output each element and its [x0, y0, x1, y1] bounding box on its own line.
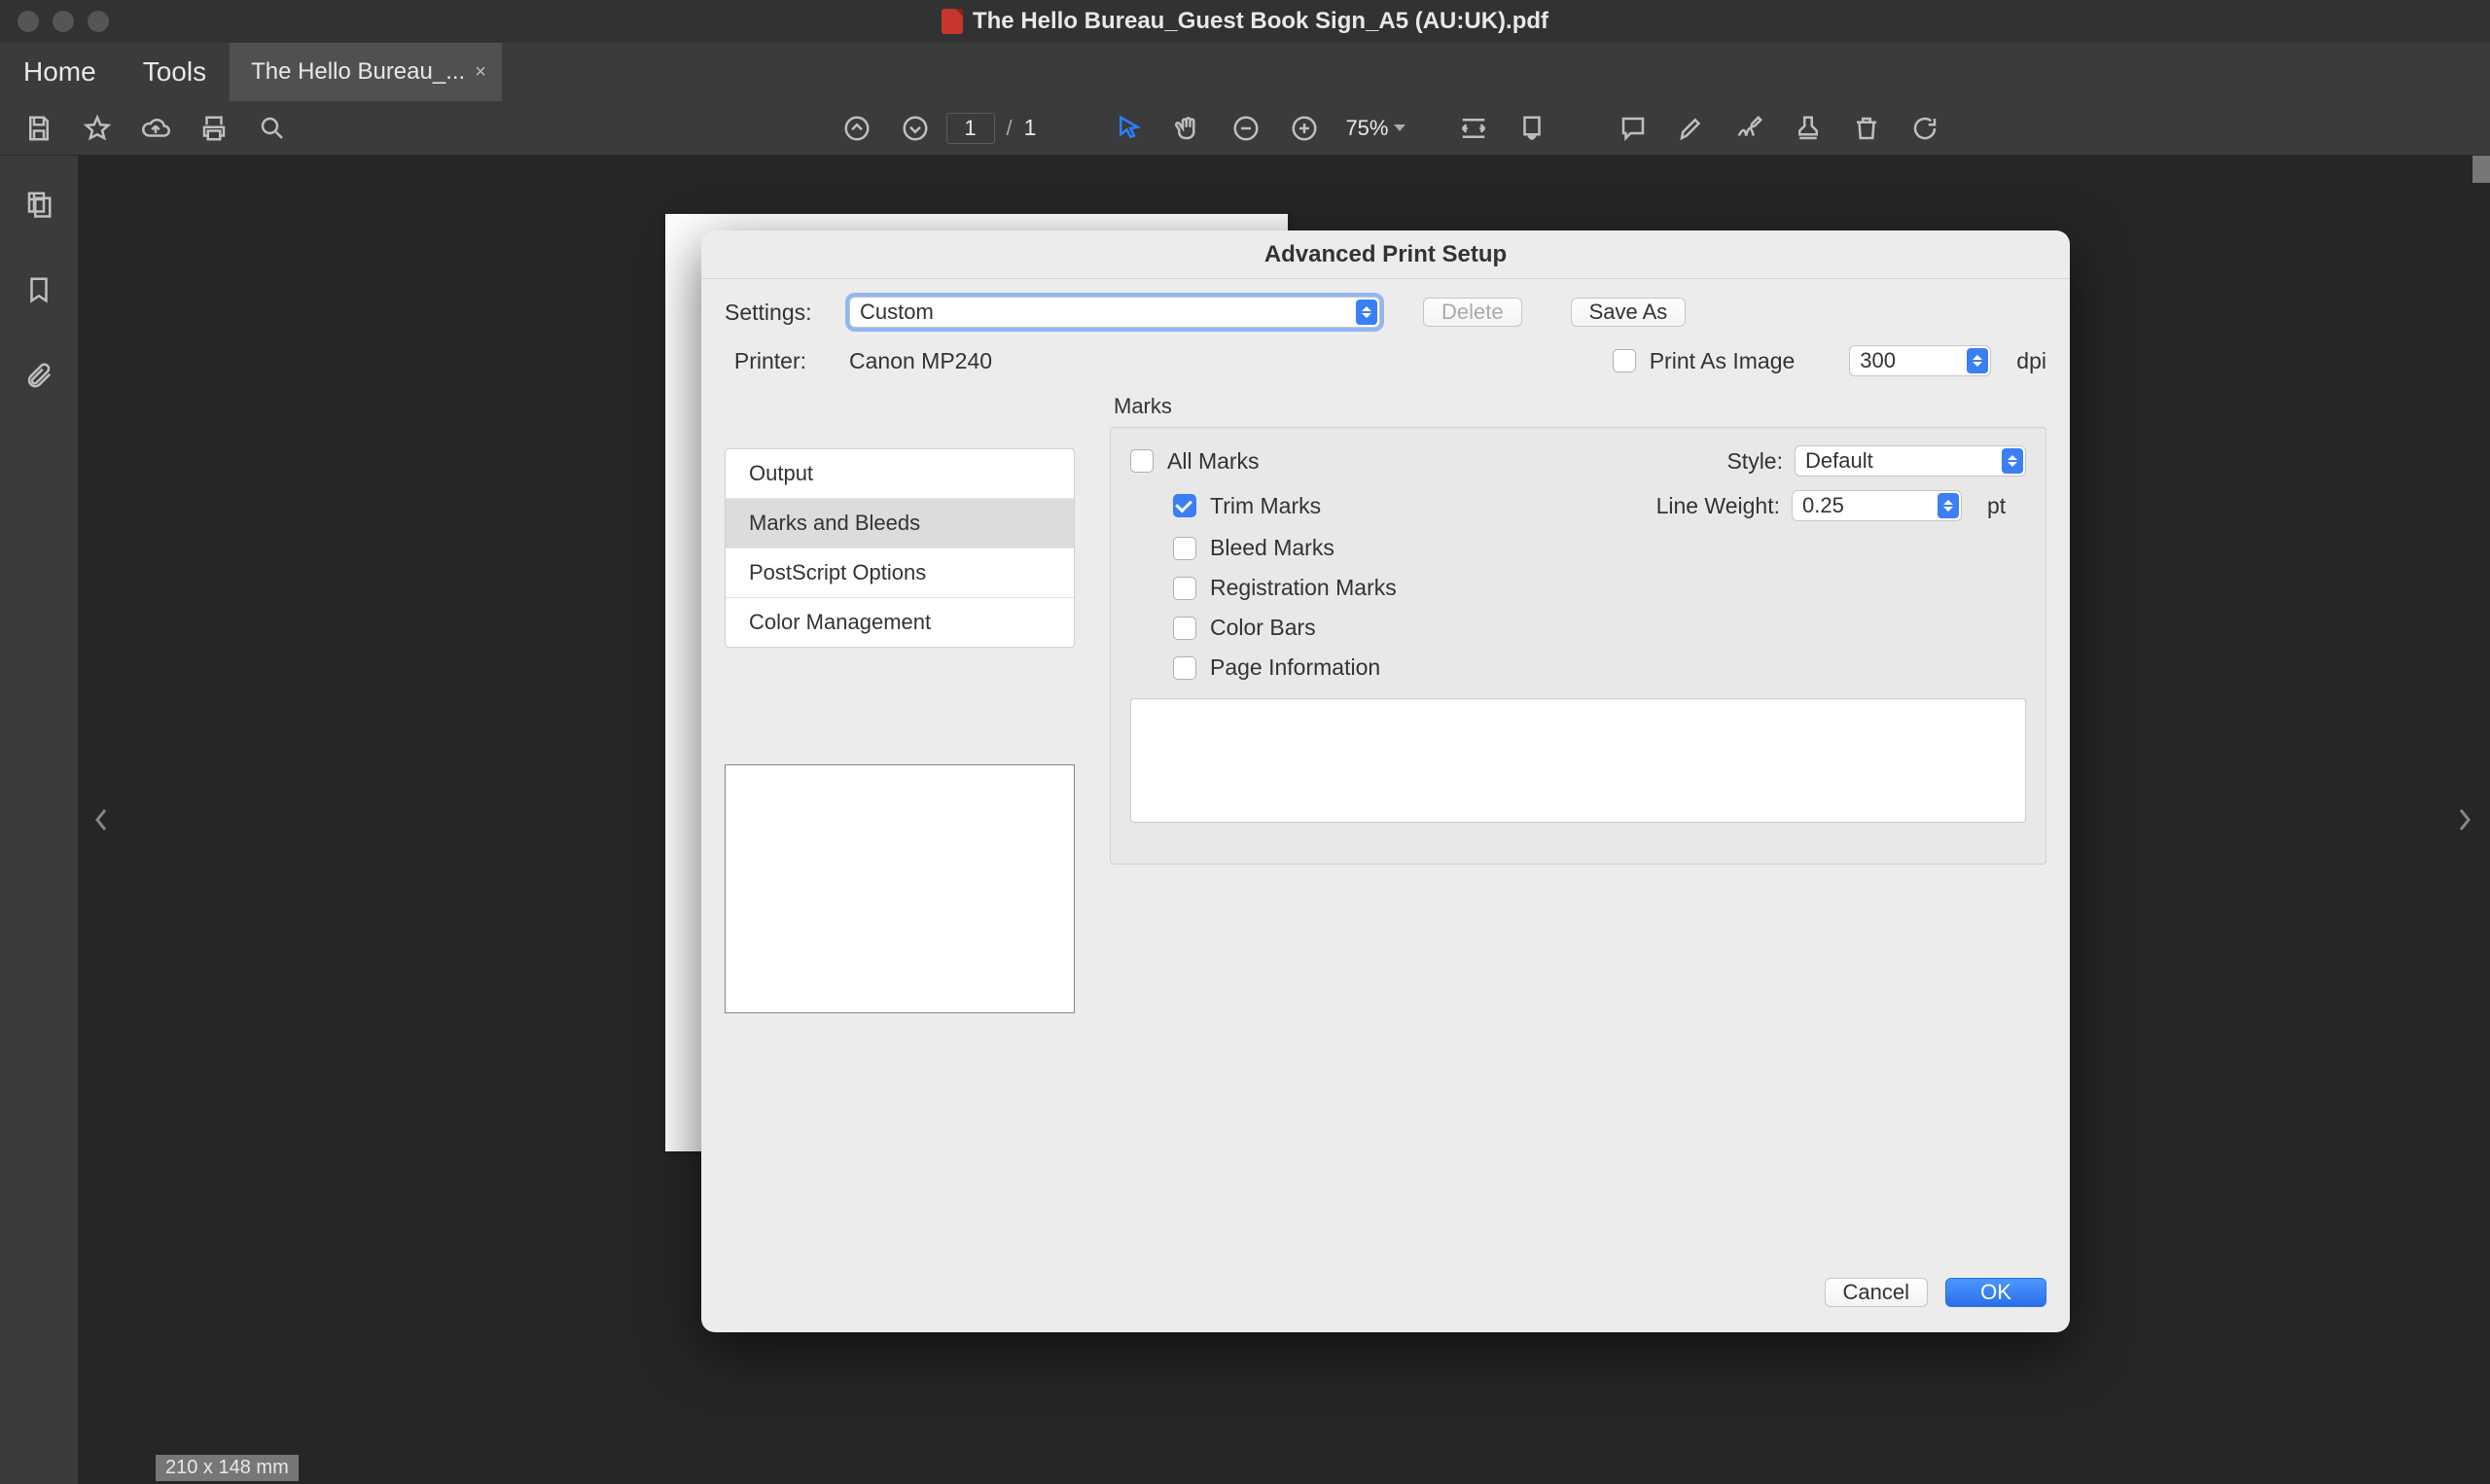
- category-color-management[interactable]: Color Management: [726, 598, 1074, 647]
- maximize-window-button[interactable]: [88, 11, 109, 32]
- marks-panel: All Marks Style: Default Trim Marks: [1110, 427, 2046, 865]
- zoom-out-icon[interactable]: [1219, 109, 1273, 148]
- printer-value: Canon MP240: [849, 348, 992, 374]
- scrollbar[interactable]: [2472, 156, 2490, 183]
- star-icon[interactable]: [70, 109, 124, 148]
- close-window-button[interactable]: [18, 11, 39, 32]
- delete-icon[interactable]: [1839, 109, 1894, 148]
- settings-label: Settings:: [725, 300, 806, 326]
- settings-value: Custom: [860, 300, 934, 325]
- fit-page-icon[interactable]: [1505, 109, 1559, 148]
- page-dimensions: 210 x 148 mm: [156, 1455, 299, 1481]
- tab-tools[interactable]: Tools: [120, 43, 230, 101]
- page-up-icon[interactable]: [830, 109, 884, 148]
- toolbar: / 1 75%: [0, 101, 2490, 156]
- all-marks-checkbox[interactable]: [1130, 449, 1154, 473]
- window-title-text: The Hello Bureau_Guest Book Sign_A5 (AU:…: [973, 8, 1548, 35]
- zoom-select[interactable]: 75%: [1335, 112, 1415, 145]
- trim-marks-checkbox[interactable]: [1173, 494, 1196, 517]
- page-number-input[interactable]: [946, 113, 995, 144]
- tabs-bar: Home Tools The Hello Bureau_... ×: [0, 43, 2490, 101]
- registration-marks-label: Registration Marks: [1210, 575, 1397, 601]
- stamp-icon[interactable]: [1781, 109, 1835, 148]
- titlebar: The Hello Bureau_Guest Book Sign_A5 (AU:…: [0, 0, 2490, 43]
- marks-heading: Marks: [1110, 394, 2046, 419]
- pdf-icon: [942, 9, 963, 34]
- page-information-label: Page Information: [1210, 654, 1380, 681]
- line-weight-label: Line Weight:: [1654, 493, 1780, 519]
- printer-label: Printer:: [725, 348, 806, 374]
- rotate-icon[interactable]: [1898, 109, 1952, 148]
- style-label: Style:: [1656, 448, 1783, 475]
- category-marks-bleeds[interactable]: Marks and Bleeds: [726, 499, 1074, 548]
- cloud-upload-icon[interactable]: [128, 109, 183, 148]
- bleed-marks-label: Bleed Marks: [1210, 535, 1334, 561]
- search-icon[interactable]: [245, 109, 300, 148]
- advanced-print-setup-dialog: Advanced Print Setup Settings: Custom De…: [701, 230, 2070, 1332]
- thumbnails-icon[interactable]: [16, 181, 62, 228]
- zoom-value: 75%: [1345, 116, 1388, 141]
- tab-document-label: The Hello Bureau_...: [251, 58, 465, 86]
- next-page-nav[interactable]: [2445, 791, 2484, 849]
- bookmark-icon[interactable]: [16, 266, 62, 313]
- category-output[interactable]: Output: [726, 449, 1074, 499]
- cancel-button[interactable]: Cancel: [1825, 1278, 1928, 1307]
- print-as-image-checkbox[interactable]: [1613, 349, 1636, 372]
- line-weight-unit: pt: [1987, 493, 2026, 519]
- line-weight-select[interactable]: 0.25: [1792, 490, 1962, 521]
- trim-marks-label: Trim Marks: [1210, 493, 1321, 519]
- page-down-icon[interactable]: [888, 109, 943, 148]
- tab-document[interactable]: The Hello Bureau_... ×: [230, 43, 502, 101]
- sidebar: [0, 156, 78, 1484]
- ok-button[interactable]: OK: [1945, 1278, 2046, 1307]
- sign-icon[interactable]: [1723, 109, 1777, 148]
- status-bar: 210 x 148 mm: [156, 1455, 299, 1484]
- select-stepper-icon: [1356, 300, 1377, 325]
- select-stepper-icon: [1967, 348, 1988, 373]
- dialog-footer: Cancel OK: [701, 1258, 2070, 1332]
- selection-tool-icon[interactable]: [1102, 109, 1156, 148]
- attachment-icon[interactable]: [16, 352, 62, 399]
- hand-tool-icon[interactable]: [1160, 109, 1215, 148]
- registration-marks-checkbox[interactable]: [1173, 577, 1196, 600]
- dpi-select[interactable]: 300: [1849, 345, 1991, 376]
- category-list: Output Marks and Bleeds PostScript Optio…: [725, 448, 1075, 648]
- comment-icon[interactable]: [1606, 109, 1660, 148]
- page-information-checkbox[interactable]: [1173, 656, 1196, 680]
- highlight-icon[interactable]: [1664, 109, 1719, 148]
- print-as-image-label: Print As Image: [1650, 348, 1796, 374]
- save-icon[interactable]: [12, 109, 66, 148]
- marks-description-box: [1130, 698, 2026, 823]
- category-postscript[interactable]: PostScript Options: [726, 548, 1074, 598]
- page-separator: /: [999, 116, 1020, 141]
- dpi-value: 300: [1860, 348, 1896, 373]
- select-stepper-icon: [2002, 448, 2023, 474]
- tab-close-button[interactable]: ×: [475, 61, 486, 84]
- dialog-title: Advanced Print Setup: [701, 230, 2070, 279]
- line-weight-value: 0.25: [1802, 493, 1844, 518]
- save-as-button[interactable]: Save As: [1571, 298, 1687, 327]
- color-bars-label: Color Bars: [1210, 615, 1316, 641]
- traffic-lights: [0, 11, 109, 32]
- page-total: 1: [1024, 115, 1037, 141]
- settings-select[interactable]: Custom: [849, 297, 1380, 328]
- all-marks-label: All Marks: [1167, 448, 1260, 475]
- prev-page-nav[interactable]: [82, 791, 121, 849]
- bleed-marks-checkbox[interactable]: [1173, 537, 1196, 560]
- select-stepper-icon: [1938, 493, 1959, 518]
- chevron-down-icon: [1394, 124, 1405, 131]
- style-value: Default: [1805, 448, 1873, 474]
- window-title: The Hello Bureau_Guest Book Sign_A5 (AU:…: [942, 8, 1548, 35]
- tab-home[interactable]: Home: [0, 43, 120, 101]
- style-select[interactable]: Default: [1795, 445, 2026, 477]
- color-bars-checkbox[interactable]: [1173, 617, 1196, 640]
- zoom-in-icon[interactable]: [1277, 109, 1332, 148]
- print-preview-box: [725, 764, 1075, 1013]
- delete-button: Delete: [1423, 298, 1522, 327]
- minimize-window-button[interactable]: [53, 11, 74, 32]
- fit-width-icon[interactable]: [1446, 109, 1501, 148]
- dpi-unit: dpi: [2016, 348, 2046, 374]
- print-icon[interactable]: [187, 109, 241, 148]
